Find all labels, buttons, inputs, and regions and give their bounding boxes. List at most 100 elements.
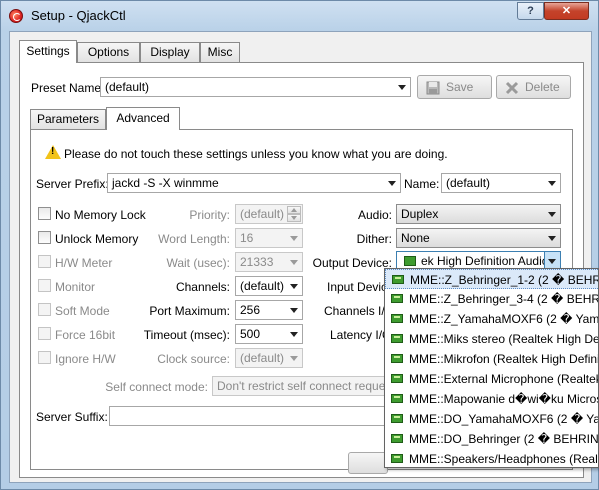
ignore-hw-label: Ignore H/W [55, 352, 116, 366]
server-prefix-value: jackd -S -X winmme [112, 176, 219, 190]
qjackctl-app-icon [9, 9, 23, 23]
force-16bit-label: Force 16bit [55, 328, 116, 342]
channels-combo[interactable]: (default) [235, 276, 303, 296]
device-option[interactable]: MME::Miks stereo (Realtek High Definitio… [385, 329, 599, 349]
chevron-down-icon [290, 260, 298, 265]
priority-spinbox[interactable]: (default) [235, 204, 303, 224]
soft-mode-label: Soft Mode [55, 304, 110, 318]
channels-value: (default) [240, 279, 285, 293]
output-device-value: ek High Definition Audio) [421, 254, 553, 268]
device-option-label: MME::Z_Behringer_1-2 (2 � BEHRINGER [410, 273, 599, 287]
server-suffix-input[interactable] [109, 406, 387, 426]
timeout-combo[interactable]: 500 [235, 324, 303, 344]
ignore-hw-checkbox[interactable] [38, 351, 51, 364]
device-option[interactable]: MME::Z_Behringer_1-2 (2 � BEHRINGER [385, 269, 599, 289]
port-maximum-combo[interactable]: 256 [235, 300, 303, 320]
preset-name-combo[interactable]: (default) [100, 77, 411, 97]
port-maximum-label: Port Maximum: [149, 304, 230, 318]
chevron-down-icon [290, 356, 298, 361]
device-option[interactable]: MME::Z_Behringer_3-4 (2 � BEHRINGER [385, 289, 599, 309]
no-memory-lock-checkbox[interactable] [38, 207, 51, 220]
close-button[interactable]: ✕ [544, 2, 589, 20]
device-option-label: MME::Speakers/Headphones (Realtek [409, 452, 599, 466]
chevron-down-icon [290, 332, 298, 337]
audio-device-icon [391, 454, 403, 463]
audio-device-icon [391, 374, 403, 383]
preset-name-label: Preset Name: [31, 81, 105, 95]
server-prefix-combo[interactable]: jackd -S -X winmme [107, 173, 401, 193]
audio-value: Duplex [401, 207, 439, 221]
delete-button[interactable]: Delete [496, 75, 571, 99]
device-option[interactable]: MME::Mikrofon (Realtek High Definition [385, 349, 599, 369]
device-option-label: MME::External Microphone (Realtek High [409, 372, 599, 386]
save-label: Save [446, 80, 474, 94]
subtab-parameters[interactable]: Parameters [30, 109, 106, 129]
delete-icon [505, 80, 519, 95]
self-connect-label: Self connect mode: [105, 380, 208, 394]
device-option[interactable]: MME::Speakers/Headphones (Realtek [385, 449, 599, 467]
word-length-combo[interactable]: 16 [235, 228, 303, 248]
device-option[interactable]: MME::DO_Behringer (2 � BEHRINGER [385, 429, 599, 449]
audio-device-icon [391, 434, 403, 443]
server-prefix-label: Server Prefix: [36, 177, 109, 191]
unlock-memory-label: Unlock Memory [55, 232, 139, 246]
spin-up-icon[interactable] [287, 206, 301, 214]
save-icon [426, 80, 440, 95]
self-connect-combo[interactable]: Don't restrict self connect requests [212, 376, 387, 396]
audio-device-icon [404, 256, 416, 266]
output-device-dropdown[interactable]: MME::Z_Behringer_1-2 (2 � BEHRINGERMME::… [384, 268, 599, 468]
dither-combo[interactable]: None [396, 228, 561, 248]
device-option-label: MME::Z_YamahaMOXF6 (2 � Yamaha [409, 312, 599, 326]
audio-combo[interactable]: Duplex [396, 204, 561, 224]
priority-label: Priority: [189, 208, 230, 222]
title-bar[interactable]: Setup - QjackCtl ? ✕ [1, 1, 598, 31]
audio-device-icon [392, 275, 404, 284]
timeout-value: 500 [240, 327, 261, 341]
clock-source-combo[interactable]: (default) [235, 348, 303, 368]
save-button[interactable]: Save [417, 75, 492, 99]
chevron-down-icon [398, 85, 406, 90]
device-option-label: MME::DO_YamahaMOXF6 (2 � Yamaha [409, 412, 598, 426]
subtab-advanced[interactable]: Advanced [106, 107, 180, 130]
tab-display[interactable]: Display [140, 42, 200, 62]
latency-io-label: Latency I/O [330, 328, 392, 342]
device-option[interactable]: MME::DO_YamahaMOXF6 (2 � Yamaha [385, 409, 598, 429]
unlock-memory-checkbox[interactable] [38, 231, 51, 244]
name-value: (default) [446, 176, 491, 190]
device-option[interactable]: MME::Mapowanie d�wi�ku Microsoft [385, 389, 599, 409]
device-option[interactable]: MME::External Microphone (Realtek High [385, 369, 599, 389]
device-option-label: MME::Mapowanie d�wi�ku Microsoft [409, 392, 599, 406]
audio-device-icon [391, 314, 403, 323]
word-length-value: 16 [240, 231, 254, 245]
port-maximum-value: 256 [240, 303, 261, 317]
soft-mode-checkbox[interactable] [38, 303, 51, 316]
device-option-label: MME::Miks stereo (Realtek High Definitio… [409, 332, 599, 346]
force-16bit-checkbox[interactable] [38, 327, 51, 340]
clock-source-value: (default) [240, 351, 285, 365]
word-length-label: Word Length: [158, 232, 230, 246]
clock-source-label: Clock source: [157, 352, 230, 366]
chevron-down-icon [548, 212, 556, 217]
monitor-checkbox[interactable] [38, 279, 51, 292]
device-option-label: MME::Mikrofon (Realtek High Definition [409, 352, 599, 366]
preset-name-value: (default) [105, 80, 150, 94]
chevron-down-icon [388, 181, 396, 186]
monitor-label: Monitor [55, 280, 96, 294]
tab-settings[interactable]: Settings [19, 40, 77, 63]
device-option-label: MME::DO_Behringer (2 � BEHRINGER [409, 432, 599, 446]
tab-options[interactable]: Options [77, 42, 140, 62]
name-combo[interactable]: (default) [441, 173, 561, 193]
chevron-down-icon [290, 236, 298, 241]
channels-label: Channels: [175, 280, 230, 294]
hw-meter-checkbox[interactable] [38, 255, 51, 268]
ok-button[interactable] [348, 452, 388, 474]
device-option[interactable]: MME::Z_YamahaMOXF6 (2 � Yamaha [385, 309, 599, 329]
wait-combo[interactable]: 21333 [235, 252, 303, 272]
help-button[interactable]: ? [517, 2, 544, 20]
tab-misc[interactable]: Misc [200, 42, 240, 62]
audio-device-icon [391, 294, 403, 303]
spin-down-icon[interactable] [287, 214, 301, 222]
priority-value: (default) [240, 207, 285, 221]
device-option-label: MME::Z_Behringer_3-4 (2 � BEHRINGER [409, 292, 599, 306]
dither-label: Dither: [356, 232, 392, 246]
